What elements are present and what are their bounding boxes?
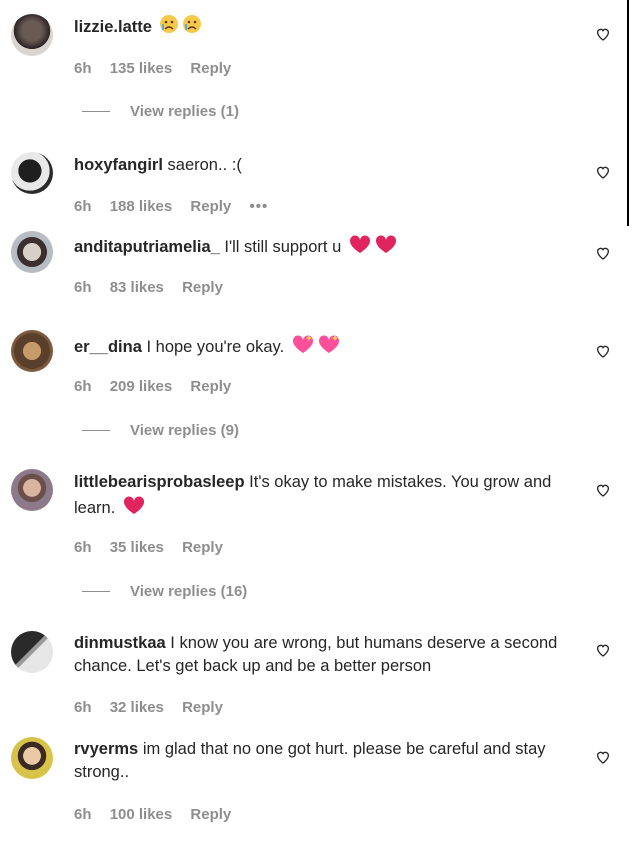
view-replies-label: View replies (1) xyxy=(130,103,239,120)
comment-time: 6h xyxy=(74,699,92,716)
comment-text: lizzie.latte xyxy=(74,13,574,42)
view-replies-button[interactable]: View replies (16) xyxy=(82,583,247,600)
like-heart-icon[interactable] xyxy=(595,482,611,498)
comment-username[interactable]: hoxyfangirl xyxy=(74,156,163,174)
like-heart-icon[interactable] xyxy=(595,164,611,180)
comment-text: hoxyfangirl saeron.. :( xyxy=(74,154,574,177)
comment-username[interactable]: lizzie.latte xyxy=(74,18,152,36)
crying-emoji-icon xyxy=(159,13,203,42)
comment-text: anditaputriamelia_ I'll still support u xyxy=(74,233,574,262)
comment-text: littlebearisprobasleep It's okay to make… xyxy=(74,471,574,523)
comment-likes[interactable]: 32 likes xyxy=(110,699,164,716)
avatar[interactable] xyxy=(11,631,53,673)
comment-likes[interactable]: 100 likes xyxy=(110,806,173,823)
comment-meta: 6h 135 likes Reply xyxy=(74,60,245,77)
comment-text: dinmustkaa I know you are wrong, but hum… xyxy=(74,632,574,678)
comment-text: er__dina I hope you're okay. xyxy=(74,333,574,362)
reply-button[interactable]: Reply xyxy=(182,699,223,716)
comment-meta: 6h 209 likes Reply xyxy=(74,378,245,395)
view-replies-button[interactable]: View replies (1) xyxy=(82,103,239,120)
view-replies-label: View replies (16) xyxy=(130,583,248,600)
scrollbar[interactable] xyxy=(627,0,629,226)
sparkling-heart-emoji-icon xyxy=(291,333,343,362)
comment-time: 6h xyxy=(74,806,92,823)
more-options-icon[interactable]: ••• xyxy=(249,198,268,215)
avatar[interactable] xyxy=(11,14,53,56)
comment-body: I hope you're okay. xyxy=(146,338,285,356)
comment-text: rvyerms im glad that no one got hurt. pl… xyxy=(74,738,574,784)
divider-line xyxy=(82,111,110,112)
comment-username[interactable]: dinmustkaa xyxy=(74,634,166,652)
comment-time: 6h xyxy=(74,279,92,296)
reply-button[interactable]: Reply xyxy=(182,279,223,296)
comment-time: 6h xyxy=(74,60,92,77)
divider-line xyxy=(82,430,110,431)
reply-button[interactable]: Reply xyxy=(190,60,231,77)
comment-meta: 6h 100 likes Reply xyxy=(74,806,245,823)
comment-body: saeron.. :( xyxy=(167,156,242,174)
reply-button[interactable]: Reply xyxy=(190,378,231,395)
view-replies-button[interactable]: View replies (9) xyxy=(82,422,239,439)
red-heart-emoji-icon xyxy=(122,494,148,523)
comment-time: 6h xyxy=(74,378,92,395)
comment-username[interactable]: er__dina xyxy=(74,338,142,356)
comment-meta: 6h 32 likes Reply xyxy=(74,699,237,716)
like-heart-icon[interactable] xyxy=(595,642,611,658)
avatar[interactable] xyxy=(11,737,53,779)
comment-likes[interactable]: 209 likes xyxy=(110,378,173,395)
avatar[interactable] xyxy=(11,231,53,273)
like-heart-icon[interactable] xyxy=(595,26,611,42)
view-replies-label: View replies (9) xyxy=(130,422,239,439)
reply-button[interactable]: Reply xyxy=(182,539,223,556)
like-heart-icon[interactable] xyxy=(595,749,611,765)
comment-body: I'll still support u xyxy=(224,238,342,256)
red-heart-emoji-icon xyxy=(348,233,400,262)
comment-meta: 6h 83 likes Reply xyxy=(74,279,237,296)
comment-likes[interactable]: 35 likes xyxy=(110,539,164,556)
divider-line xyxy=(82,591,110,592)
comment-meta: 6h 35 likes Reply xyxy=(74,539,237,556)
like-heart-icon[interactable] xyxy=(595,245,611,261)
comment-likes[interactable]: 135 likes xyxy=(110,60,173,77)
comment-username[interactable]: rvyerms xyxy=(74,740,138,758)
reply-button[interactable]: Reply xyxy=(190,198,231,215)
avatar[interactable] xyxy=(11,330,53,372)
comment-body: im glad that no one got hurt. please be … xyxy=(74,740,546,781)
comment-username[interactable]: anditaputriamelia_ xyxy=(74,238,220,256)
comment-time: 6h xyxy=(74,539,92,556)
comment-time: 6h xyxy=(74,198,92,215)
comment-likes[interactable]: 83 likes xyxy=(110,279,164,296)
comment-username[interactable]: littlebearisprobasleep xyxy=(74,473,245,491)
avatar[interactable] xyxy=(11,152,53,194)
avatar[interactable] xyxy=(11,469,53,511)
reply-button[interactable]: Reply xyxy=(190,806,231,823)
comment-meta: 6h 188 likes Reply ••• xyxy=(74,198,282,215)
comment-likes[interactable]: 188 likes xyxy=(110,198,173,215)
like-heart-icon[interactable] xyxy=(595,343,611,359)
